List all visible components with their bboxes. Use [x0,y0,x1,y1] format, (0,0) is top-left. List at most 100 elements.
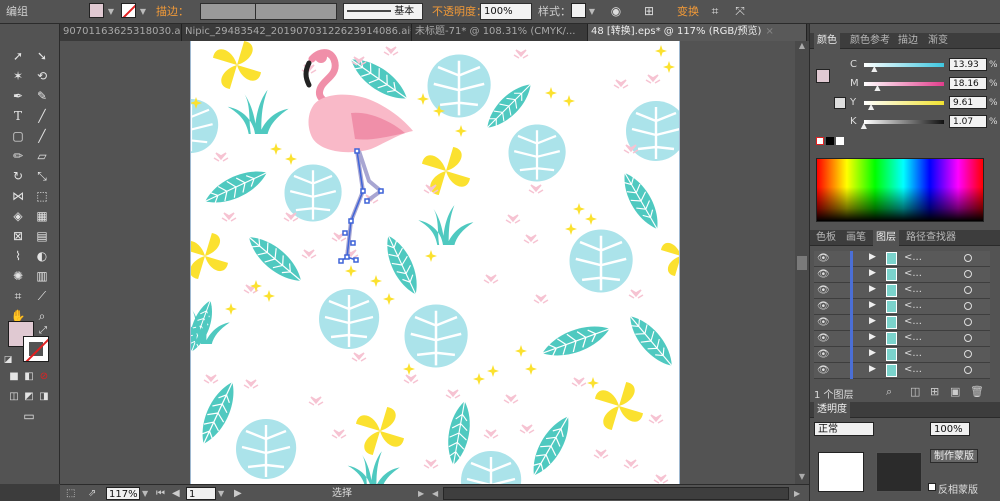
line-tool-icon[interactable]: ╱ [31,107,53,125]
stroke-swatch[interactable] [121,3,136,18]
visibility-eye-icon[interactable]: 👁 [817,317,830,328]
artboard-number-field[interactable]: 1 [186,487,216,500]
align-grid-icon[interactable]: ⊞ [640,3,658,20]
screen-mode-icon[interactable]: ▭ [18,407,40,425]
layer-row[interactable]: 👁 ▶ <... [814,331,990,347]
tab-document-2[interactable]: Nipic_29483542_20190703122623914086.ai* [182,24,412,41]
column-graph-tool-icon[interactable]: ▥ [31,267,53,285]
delete-layer-icon[interactable]: 🗑 [970,385,984,398]
eyedropper-tool-icon[interactable]: ⌇ [7,247,29,265]
channel-value-input[interactable]: 9.61 [949,96,987,109]
invert-mask-checkbox[interactable] [928,483,936,491]
next-artboard-icon[interactable]: ▶ [234,487,242,500]
vertical-scrollbar[interactable]: ▲ ▼ [795,41,809,484]
target-circle-icon[interactable] [964,334,972,342]
style-swatch[interactable] [571,3,586,18]
tab-transparency[interactable]: 透明度 [814,402,850,418]
brush-profile-field[interactable]: 基本 [343,3,423,20]
color-spectrum[interactable] [816,158,984,222]
scroll-right-icon[interactable]: ▶ [794,487,800,500]
blend-tool-icon[interactable]: ◐ [31,247,53,265]
visibility-eye-icon[interactable]: 👁 [817,365,830,376]
close-icon[interactable]: × [765,26,773,37]
layer-row[interactable]: 👁 ▶ <... [814,283,990,299]
expand-arrow-icon[interactable]: ▶ [869,284,876,294]
scroll-down-icon[interactable]: ▼ [795,472,809,484]
stroke-label[interactable]: 描边： [156,3,189,20]
expand-arrow-icon[interactable]: ▶ [869,268,876,278]
target-circle-icon[interactable] [964,254,972,262]
locate-object-icon[interactable]: ⌕ [886,385,892,399]
channel-slider[interactable] [864,120,944,124]
transform-link[interactable]: 变换 [677,3,699,20]
draw-inside-icon[interactable]: ◨ [37,388,51,406]
scroll-up-icon[interactable]: ▲ [795,41,809,53]
layer-row[interactable]: 👁 ▶ <... [814,267,990,283]
panel-fill-swatch[interactable] [816,69,830,83]
horizontal-scrollbar[interactable] [443,487,789,500]
visibility-eye-icon[interactable]: 👁 [817,285,830,296]
mesh-tool-icon[interactable]: ⊠ [7,227,29,245]
flip-icon[interactable]: ⤧ [731,3,749,20]
tab-stroke[interactable]: 描边 [898,33,918,49]
direct-selection-tool-icon[interactable]: ➘ [31,47,53,65]
visibility-eye-icon[interactable]: 👁 [817,301,830,312]
target-circle-icon[interactable] [964,286,972,294]
layer-row[interactable]: 👁 ▶ <... [814,251,990,267]
artboard-dropdown-icon[interactable]: ▼ [218,487,224,500]
tab-swatches[interactable]: 色板 [816,230,836,246]
layer-row[interactable]: 👁 ▶ <... [814,299,990,315]
magic-wand-tool-icon[interactable]: ✶ [7,67,29,85]
visibility-eye-icon[interactable]: 👁 [817,269,830,280]
swap-colors-icon[interactable]: ⤢ [36,322,50,340]
panel-stroke-swatch[interactable] [834,97,846,109]
layer-row[interactable]: 👁 ▶ <... [814,315,990,331]
draw-behind-icon[interactable]: ◩ [22,388,36,406]
tab-color-guide[interactable]: 颜色参考 [850,33,890,49]
tab-document-1[interactable]: 9070116362531803​0.ai* [60,24,182,41]
scroll-left-icon[interactable]: ◀ [432,487,438,500]
status-menu-icon[interactable]: ▶ [418,487,424,500]
pen-tool-icon[interactable]: ✒ [7,87,29,105]
target-circle-icon[interactable] [964,366,972,374]
slider-handle-icon[interactable]: ▲ [861,121,867,130]
scrollbar-thumb[interactable] [797,256,807,270]
expand-arrow-icon[interactable]: ▶ [869,348,876,358]
symbol-sprayer-tool-icon[interactable]: ✺ [7,267,29,285]
expand-arrow-icon[interactable]: ▶ [869,332,876,342]
tab-color[interactable]: 颜色 [814,33,840,49]
new-layer-icon[interactable]: ▣ [950,385,960,398]
expand-arrow-icon[interactable]: ▶ [869,300,876,310]
rotate-tool-icon[interactable]: ↻ [7,167,29,185]
shape-builder-tool-icon[interactable]: ◈ [7,207,29,225]
tab-document-3[interactable]: 未标题-71* @ 108.31% (CMYK/... [412,24,588,41]
channel-value-input[interactable]: 1.07 [949,115,987,128]
tab-pathfinder[interactable]: 路径查找器 [906,230,956,246]
slider-handle-icon[interactable]: ▲ [871,64,877,73]
type-tool-icon[interactable]: T [7,107,29,125]
lasso-tool-icon[interactable]: ⟲ [31,67,53,85]
layer-row[interactable]: 👁 ▶ <... [814,363,990,379]
previous-artboard-icon[interactable]: ◀ [172,487,180,500]
export-icon[interactable]: ⇗ [88,487,96,500]
expand-arrow-icon[interactable]: ▶ [869,364,876,374]
blend-mode-select[interactable]: 正常 [814,422,874,436]
tab-gradient[interactable]: 渐变 [928,33,948,49]
paintbrush-tool-icon[interactable]: ╱ [31,127,53,145]
visibility-eye-icon[interactable]: 👁 [817,333,830,344]
opacity-input[interactable]: 100% [480,3,532,20]
none-color-icon[interactable] [816,137,824,145]
slice-tool-icon[interactable]: ⟋ [31,287,53,305]
pencil-tool-icon[interactable]: ✏ [7,147,29,165]
fill-swatch[interactable] [89,3,104,18]
first-artboard-icon[interactable]: ⏮ [156,487,165,500]
default-colors-icon[interactable]: ◪ [2,351,14,369]
none-mode-icon[interactable]: ⊘ [37,368,51,386]
artboard-tool-icon[interactable]: ⌗ [7,287,29,305]
transparency-opacity-input[interactable]: 100% [930,422,970,436]
color-mode-icon[interactable]: ■ [7,368,21,386]
channel-value-input[interactable]: 18.16 [949,77,987,90]
black-color-icon[interactable] [826,137,834,145]
channel-value-input[interactable]: 13.93 [949,58,987,71]
variable-width-field[interactable] [255,3,337,20]
